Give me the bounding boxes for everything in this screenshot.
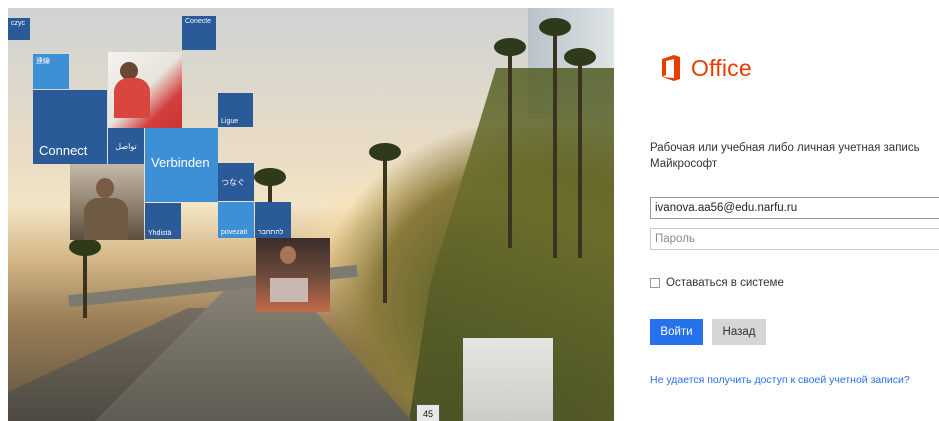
tile-label: Yhdistä [148,230,172,237]
tile-verbinden: Verbinden [145,128,218,202]
office-logo: Office [660,54,752,82]
tile-label: Verbinden [151,154,210,170]
email-field[interactable] [650,197,939,219]
tile-label: povezati [221,229,248,236]
palm-tree [369,143,401,303]
signin-heading: Рабочая или учебная либо личная учетная … [650,142,920,170]
palm-tree [564,48,596,258]
tile-label: تواصل [115,141,137,151]
person-head [96,178,114,198]
tile-label: Ligue [221,118,239,125]
hero-image: 45 czyc Conecte 連線 Ligue Connect تواصل V… [8,8,614,421]
person-head [280,246,296,264]
tile-hebrew: להתחבר [255,202,291,238]
palm-tree [69,238,101,318]
laptop [270,278,308,302]
password-field[interactable] [650,228,939,250]
person-body [84,198,128,240]
photo-woman-reading [108,52,182,128]
remember-me-label: Оставаться в системе [666,277,784,289]
office-logo-text: Office [691,54,752,81]
tile-czyc: czyc [8,18,30,40]
tile-label: czyc [11,20,25,27]
tile-tsunagu: つなぐ [218,163,254,201]
photo-man-phone [70,164,144,240]
back-button[interactable]: Назад [712,319,766,345]
palm-tree [539,18,571,258]
tile-yhdista: Yhdistä [145,203,181,239]
road-sign: 45 [416,404,440,421]
person-body [114,78,150,118]
cant-access-account-link[interactable]: Не удается получить доступ к своей учетн… [650,374,910,386]
tile-label: Conecte [185,18,212,25]
signin-button[interactable]: Войти [650,319,703,345]
tile-label: Connect [39,143,88,158]
tile-label: להתחבר [258,229,284,236]
tile-lianxian: 連線 [33,54,69,89]
remember-me[interactable]: Оставаться в системе [650,277,784,289]
tile-label: つなぐ [221,177,245,187]
palm-tree [494,38,526,248]
photo-man-laptop [256,238,330,312]
tile-connect: Connect [33,90,107,164]
remember-me-checkbox[interactable] [650,278,660,288]
tile-povezati: povezati [218,202,254,238]
tile-arabic: تواصل [108,128,144,164]
office-logo-icon [662,55,680,81]
tile-ligue: Ligue [218,93,253,127]
concrete-wall [463,338,553,421]
tile-label: 連線 [36,58,50,65]
tile-conecte: Conecte [182,16,216,50]
